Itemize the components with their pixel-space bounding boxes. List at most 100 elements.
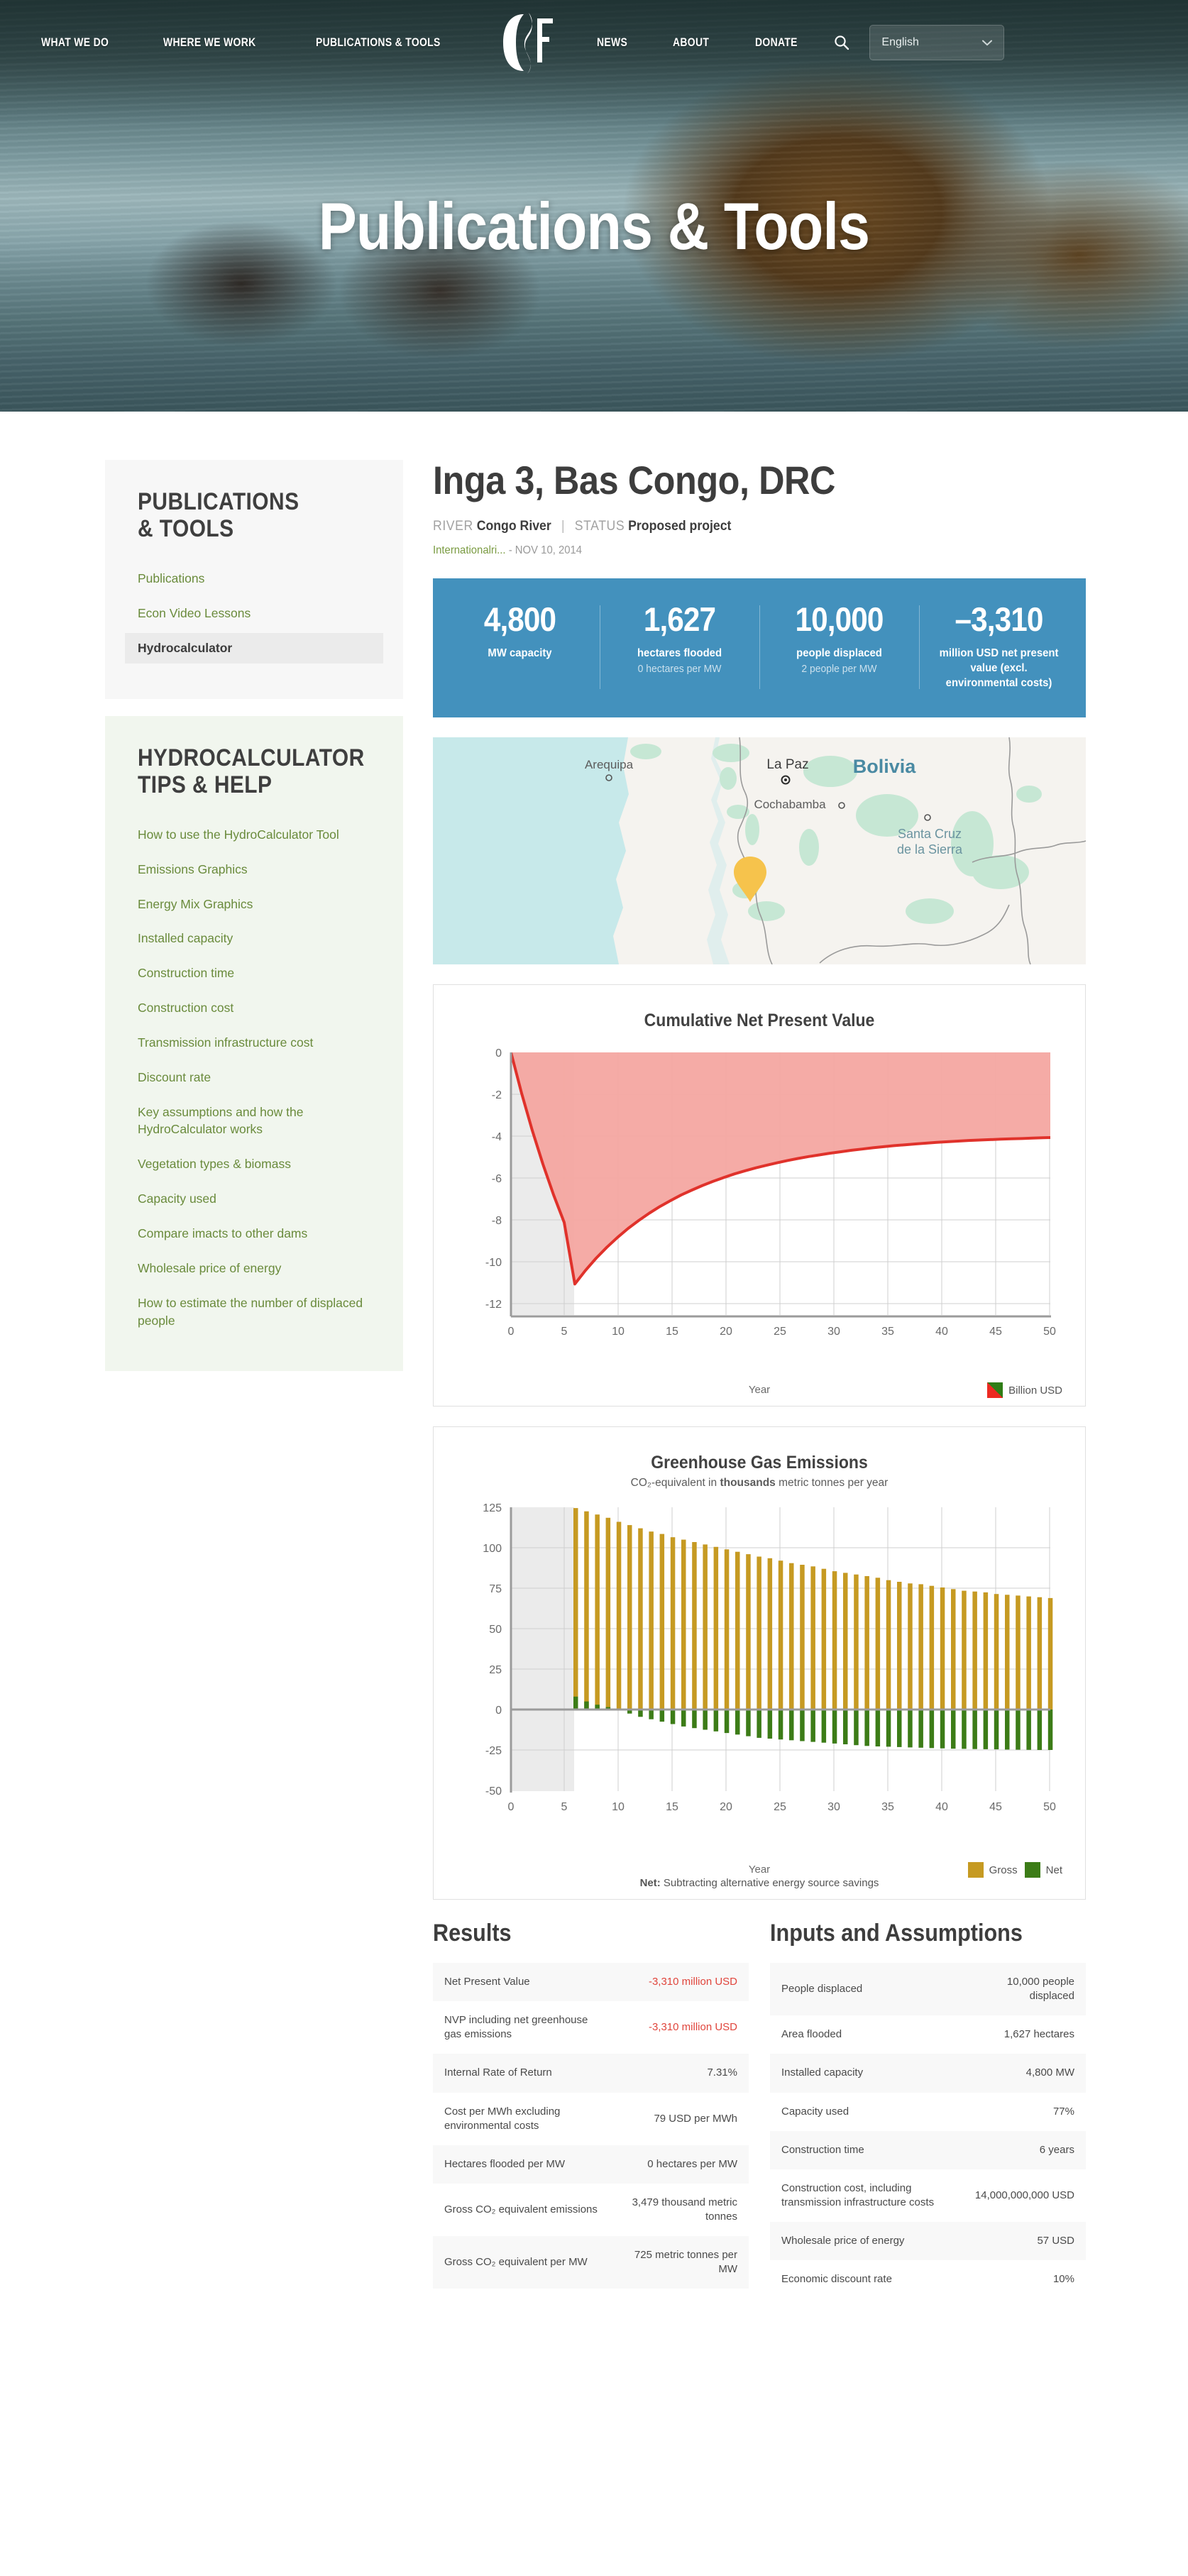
svg-text:125: 125 [483,1502,502,1514]
stat-value: 1,627 [643,600,716,638]
page-body: PUBLICATIONS & TOOLS Publications Econ V… [0,412,1188,2327]
legend-swatch-gross-icon [967,1862,984,1878]
svg-text:30: 30 [827,1326,840,1338]
table-row: Construction cost, including transmissio… [770,2169,1086,2222]
svg-text:20: 20 [720,1801,732,1813]
row-value: 7.31% [616,2054,749,2093]
stat-value: –3,310 [955,600,1043,638]
svg-text:25: 25 [489,1664,502,1676]
sidebar-item-econ-video-lessons[interactable]: Econ Video Lessons [138,598,370,629]
stat-net-present-value: –3,310 million USD net present value (ex… [919,598,1079,693]
row-key: People displaced [770,1963,954,2016]
nav-item-donate[interactable]: DONATE [755,35,798,50]
hero-banner: WHAT WE DO WHERE WE WORK PUBLICATIONS & … [0,0,1188,412]
table-row: Installed capacity 4,800 MW [770,2054,1086,2093]
hero-title: Publications & Tools [318,189,870,263]
river-value: Congo River [476,518,551,534]
chart-yticks-npv: 0 -2 -4 -6 -8 -10 -12 [485,1047,502,1311]
row-value: 57 USD [953,2221,1086,2260]
nav-item-publications-tools[interactable]: PUBLICATIONS & TOOLS [316,35,441,50]
results-heading: Results [433,1920,512,1947]
row-value: 14,000,000,000 USD [974,2189,1074,2201]
nav-item-what-we-do[interactable]: WHAT WE DO [41,35,109,50]
search-icon[interactable] [831,32,852,53]
results-and-inputs: Results Net Present Value -3,310 million… [433,1920,1086,2299]
sidebar-item-publications[interactable]: Publications [138,563,370,594]
svg-text:0: 0 [508,1326,515,1338]
sidebar-item-estimate-displaced-people[interactable]: How to estimate the number of displaced … [138,1288,370,1336]
nav-item-about[interactable]: ABOUT [673,35,709,50]
map-city-la-paz: La Paz [766,757,808,772]
stat-label: million USD net present value (excl. env… [939,646,1059,690]
chart-card-ghg: Greenhouse Gas Emissions CO₂-equivalent … [433,1426,1086,1900]
nav-item-where-we-work[interactable]: WHERE WE WORK [163,35,255,50]
table-row: People displaced 10,000 people displaced [770,1963,1086,2016]
sidebar-item-emissions-graphics[interactable]: Emissions Graphics [138,854,370,885]
chart-subtitle-part-3: metric tonnes per year [775,1477,889,1490]
chart-xticks-npv: 0 5 10 15 20 25 30 35 40 45 50 [508,1326,1056,1338]
svg-text:35: 35 [881,1801,894,1813]
sidebar-item-wholesale-price-of-energy[interactable]: Wholesale price of energy [138,1253,370,1284]
sidebar-item-transmission-infrastructure-cost[interactable]: Transmission infrastructure cost [138,1028,370,1058]
sidebar-item-energy-mix-graphics[interactable]: Energy Mix Graphics [138,889,370,920]
sidebar-item-construction-time[interactable]: Construction time [138,958,370,989]
svg-text:15: 15 [666,1801,678,1813]
nav-item-news[interactable]: NEWS [597,35,627,50]
byline: Internationalri... - NOV 10, 2014 [433,544,1040,557]
sidebar-item-hydrocalculator[interactable]: Hydrocalculator [125,632,383,664]
chart-footnote-text: Subtracting alternative energy source sa… [660,1877,879,1890]
byline-source[interactable]: Internationalri... [433,544,506,556]
stat-hectares-flooded: 1,627 hectares flooded 0 hectares per MW [600,598,759,693]
sidebar-item-construction-cost[interactable]: Construction cost [138,993,370,1023]
legend-label-gross: Gross [989,1864,1018,1876]
construction-period-shade [511,1507,574,1792]
page-title: Inga 3, Bas Congo, DRC [433,458,835,502]
svg-text:5: 5 [561,1326,568,1338]
row-key: Cost per MWh excluding environmental cos… [444,2105,561,2132]
svg-text:100: 100 [483,1543,502,1555]
map-city-santa-cruz-line1: Santa Cruz [898,827,962,841]
svg-text:25: 25 [774,1801,786,1813]
row-value: 10% [1052,2272,1074,2285]
sidebar-item-discount-rate[interactable]: Discount rate [138,1062,370,1093]
svg-text:-2: -2 [492,1089,502,1101]
chart-subtitle-part-1: CO₂-equivalent in [630,1477,720,1490]
sidebar-item-how-to-use-tool[interactable]: How to use the HydroCalculator Tool [138,820,370,850]
svg-text:-50: -50 [485,1785,502,1798]
table-row: Area flooded 1,627 hectares [770,2015,1086,2054]
stat-value: 4,800 [483,600,556,638]
sidebar-card-tips: HYDROCALCULATOR TIPS & HELP How to use t… [105,715,403,1372]
chart-subtitle-ghg: CO₂-equivalent in thousands metric tonne… [444,1477,1075,1490]
sidebar-item-installed-capacity[interactable]: Installed capacity [138,923,370,954]
row-key: NVP including net greenhouse gas emissio… [444,2014,588,2041]
row-key: Area flooded [781,2028,842,2041]
table-row: NVP including net greenhouse gas emissio… [433,2001,749,2054]
location-map[interactable]: Arequipa La Paz Cochabamba Santa Cruz de… [433,737,1086,965]
csf-logo[interactable] [497,7,559,78]
sidebar: PUBLICATIONS & TOOLS Publications Econ V… [105,460,403,1388]
nav-right-group: NEWS ABOUT DONATE [597,35,807,50]
row-value: 10,000 people displaced [953,1963,1086,2016]
row-value: -3,310 million USD [616,1963,749,2002]
map-city-santa-cruz-line2: de la Sierra [897,842,963,857]
legend-item-billion-usd: Billion USD [987,1382,1062,1399]
chart-footer-ghg: Year Gross Net [444,1862,1075,1878]
row-key: Capacity used [781,2105,849,2118]
inputs-table: People displaced 10,000 people displaced… [770,1963,1086,2299]
sidebar-item-key-assumptions[interactable]: Key assumptions and how the HydroCalcula… [138,1097,370,1145]
river-label: RIVER [433,518,473,534]
chart-legend-npv: Billion USD [987,1382,1062,1399]
table-row: Gross CO₂ equivalent emissions 3,479 tho… [433,2184,749,2236]
sidebar-item-capacity-used[interactable]: Capacity used [138,1184,370,1214]
svg-text:15: 15 [666,1326,678,1338]
svg-text:-10: -10 [485,1257,502,1269]
meta-separator: | [561,518,565,534]
language-selector[interactable]: English [869,25,1005,60]
sidebar-item-compare-impacts[interactable]: Compare imacts to other dams [138,1218,370,1249]
chart-plot-npv: 0 -2 -4 -6 -8 -10 -12 0 5 10 15 20 25 30… [485,1047,1056,1338]
legend-item-net: Net [1024,1862,1062,1878]
table-row: Hectares flooded per MW 0 hectares per M… [433,2145,749,2184]
row-key: Construction cost, including transmissio… [781,2181,935,2208]
row-value: 3,479 thousand metric tonnes [632,2196,737,2223]
sidebar-item-vegetation-types-biomass[interactable]: Vegetation types & biomass [138,1149,370,1179]
